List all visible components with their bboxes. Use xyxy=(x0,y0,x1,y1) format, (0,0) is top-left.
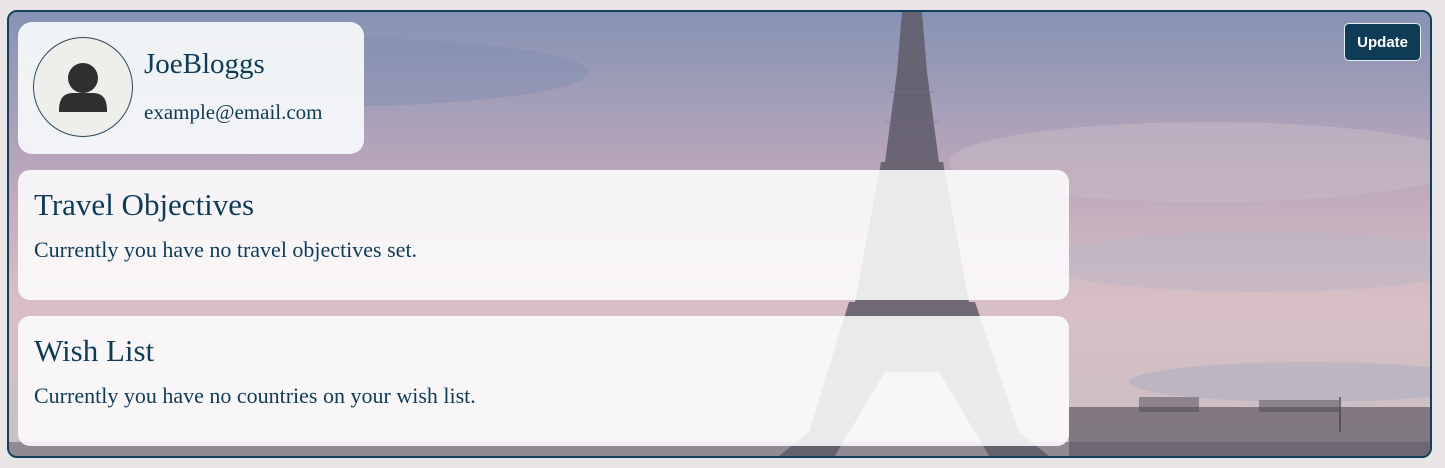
travel-objectives-message: Currently you have no travel objectives … xyxy=(34,237,418,262)
profile-page-frame: JoeBloggs example@email.com Update Trave… xyxy=(7,10,1432,458)
profile-card: JoeBloggs example@email.com xyxy=(18,22,364,154)
wish-list-message: Currently you have no countries on your … xyxy=(34,383,476,408)
avatar xyxy=(33,37,133,137)
user-email: example@email.com xyxy=(144,100,323,124)
travel-objectives-title: Travel Objectives xyxy=(34,187,255,222)
username: JoeBloggs xyxy=(144,48,265,80)
wish-list-panel: Wish List Currently you have no countrie… xyxy=(18,316,1069,446)
travel-objectives-panel: Travel Objectives Currently you have no … xyxy=(18,170,1069,300)
user-silhouette-icon xyxy=(59,63,107,112)
wish-list-title: Wish List xyxy=(34,333,155,368)
update-button[interactable]: Update xyxy=(1344,23,1421,61)
